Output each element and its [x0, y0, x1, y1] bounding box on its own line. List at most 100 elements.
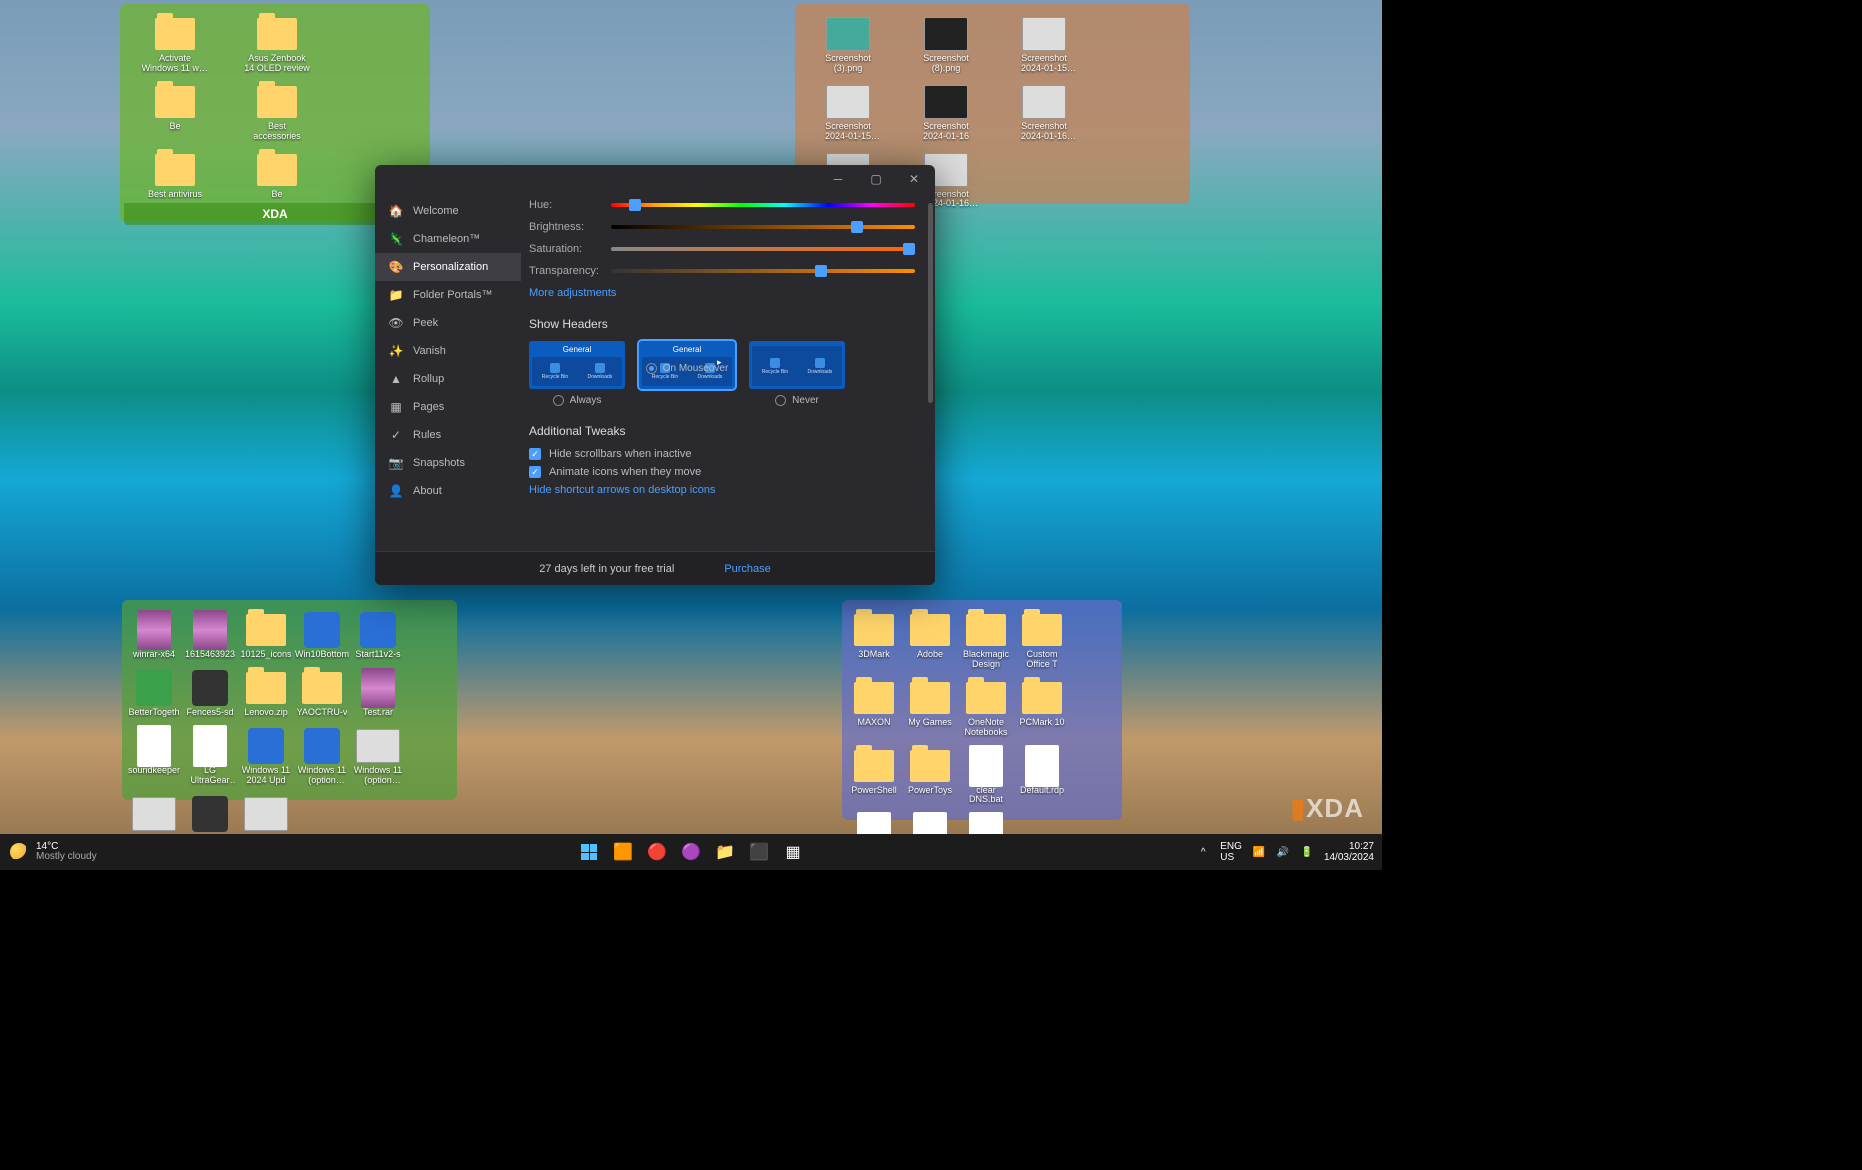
desktop-item-label: Lenovo.zip: [244, 708, 288, 718]
desktop-item[interactable]: Win10Bottom: [296, 610, 348, 660]
tweak-animate-icons-when-they-move[interactable]: ✓ Animate icons when they move: [529, 466, 915, 478]
desktop-item-label: clear DNS.bat: [960, 786, 1012, 806]
desktop-item[interactable]: PowerToys: [904, 746, 956, 806]
more-adjustments-link[interactable]: More adjustments: [529, 287, 915, 299]
transparency-slider[interactable]: [611, 269, 915, 273]
nav-snapshots[interactable]: 📷Snapshots: [375, 449, 521, 477]
minimize-button[interactable]: ─: [819, 166, 857, 192]
purchase-bar: 27 days left in your free trial Purchase: [375, 551, 935, 585]
battery-icon[interactable]: 🔋: [1300, 845, 1314, 859]
desktop-item[interactable]: Asus Zenbook 14 OLED review: [228, 14, 326, 74]
taskbar-app-6[interactable]: ▦: [778, 837, 808, 867]
radio-icon: [553, 395, 564, 406]
nav-label: Chameleon™: [413, 233, 480, 245]
desktop-item[interactable]: Be: [126, 82, 224, 142]
desktop-item[interactable]: 1615463923: [184, 610, 236, 660]
header-option-always[interactable]: GeneralRecycle BinDownloadsAlways: [529, 341, 625, 406]
saturation-slider[interactable]: [611, 247, 915, 251]
desktop-item[interactable]: Screenshot 2024-01-16: [899, 82, 993, 142]
nav-welcome[interactable]: 🏠Welcome: [375, 197, 521, 225]
desktop-item[interactable]: 3DMark: [848, 610, 900, 670]
nav-folder-portals-[interactable]: 📁Folder Portals™: [375, 281, 521, 309]
desktop-item[interactable]: Screenshot 2024-01-15 094608.png: [801, 82, 895, 142]
taskbar-app-4[interactable]: 📁: [710, 837, 740, 867]
tweak-label: Animate icons when they move: [549, 466, 701, 478]
desktop-item[interactable]: Test.rar: [352, 668, 404, 718]
close-button[interactable]: ✕: [895, 166, 933, 192]
tray-lang-1[interactable]: ENG: [1220, 841, 1242, 852]
hide-shortcut-arrows-link[interactable]: Hide shortcut arrows on desktop icons: [529, 484, 915, 496]
desktop-item[interactable]: Blackmagic Design: [960, 610, 1012, 670]
desktop-item[interactable]: Best antivirus: [126, 150, 224, 200]
taskbar-app-2[interactable]: 🔴: [642, 837, 672, 867]
header-option-never[interactable]: Recycle BinDownloadsNever: [749, 341, 845, 406]
nav-rules[interactable]: ✓Rules: [375, 421, 521, 449]
tweak-hide-scrollbars-when-inactive[interactable]: ✓Hide scrollbars when inactive: [529, 448, 915, 460]
wifi-icon[interactable]: 📶: [1252, 845, 1266, 859]
desktop-item[interactable]: BetterTogeth: [128, 668, 180, 718]
desktop-item[interactable]: My Games: [904, 678, 956, 738]
desktop-item-label: Windows 11 (option 4).jpg: [296, 766, 348, 786]
desktop-item[interactable]: Best accessories: [228, 82, 326, 142]
desktop-item[interactable]: PowerShell: [848, 746, 900, 806]
desktop-item[interactable]: Screenshot 2024-01-16 071212.png: [997, 82, 1091, 142]
start-button[interactable]: [574, 837, 604, 867]
hue-slider[interactable]: [611, 203, 915, 207]
desktop-item[interactable]: Windows 11 2024 Upd: [240, 726, 292, 786]
desktop-item[interactable]: winrar-x64: [128, 610, 180, 660]
desktop-item[interactable]: YAOCTRU-v: [296, 668, 348, 718]
desktop-item[interactable]: PCMark 10: [1016, 678, 1068, 738]
desktop-item[interactable]: clear DNS.bat: [960, 746, 1012, 806]
desktop-item[interactable]: Activate Windows 11 with CMD: [126, 14, 224, 74]
nav-peek[interactable]: 👁Peek: [375, 309, 521, 337]
scrollbar[interactable]: [928, 203, 933, 403]
desktop-item[interactable]: 10125_icons: [240, 610, 292, 660]
titlebar: ─ ▢ ✕: [375, 165, 935, 193]
desktop-item[interactable]: soundkeeper: [128, 726, 180, 786]
header-option-on-mouseover[interactable]: GeneralRecycle BinDownloads▸On Mouseover: [639, 341, 735, 406]
checkbox-icon: ✓: [529, 448, 541, 460]
fence-downloads[interactable]: winrar-x64 161546392310125_iconsWin10Bott…: [122, 600, 457, 800]
desktop-item[interactable]: MAXON: [848, 678, 900, 738]
nav-personalization[interactable]: 🎨Personalization: [375, 253, 521, 281]
desktop-item[interactable]: OneNote Notebooks: [960, 678, 1012, 738]
volume-icon[interactable]: 🔊: [1276, 845, 1290, 859]
fence-documents[interactable]: 3DMarkAdobeBlackmagic DesignCustom Offic…: [842, 600, 1122, 820]
nav-label: Vanish: [413, 345, 446, 357]
nav-rollup[interactable]: ▲Rollup: [375, 365, 521, 393]
desktop-item[interactable]: Screenshot (3).png: [801, 14, 895, 74]
tray-chevron-icon[interactable]: ^: [1196, 845, 1210, 859]
nav-chameleon-[interactable]: 🦎Chameleon™: [375, 225, 521, 253]
checkbox-icon: ✓: [529, 466, 541, 478]
desktop-item[interactable]: Start11v2-s: [352, 610, 404, 660]
desktop-item[interactable]: Custom Office T: [1016, 610, 1068, 670]
taskbar-app-5[interactable]: ⬛: [744, 837, 774, 867]
taskbar-app-3[interactable]: 🟣: [676, 837, 706, 867]
purchase-button[interactable]: Purchase: [724, 563, 770, 575]
desktop-item[interactable]: Screenshot (8).png: [899, 14, 993, 74]
desktop-item-label: winrar-x64: [133, 650, 175, 660]
desktop-item[interactable]: Windows 11 (option 4).jpg: [296, 726, 348, 786]
taskbar-clock[interactable]: 10:27 14/03/2024: [1324, 841, 1374, 863]
desktop-item[interactable]: Fences5-sd: [184, 668, 236, 718]
desktop-item[interactable]: Adobe: [904, 610, 956, 670]
settings-content: Hue: Brightness: Saturation: Transparenc…: [521, 193, 935, 551]
desktop-item[interactable]: Screenshot 2024-01-15 233701.png: [997, 14, 1091, 74]
tray-lang-2[interactable]: US: [1220, 852, 1242, 863]
nav-about[interactable]: 👤About: [375, 477, 521, 505]
maximize-button[interactable]: ▢: [857, 166, 895, 192]
nav-icon: ✓: [389, 428, 403, 442]
trial-text: 27 days left in your free trial: [539, 563, 674, 575]
nav-vanish[interactable]: ✨Vanish: [375, 337, 521, 365]
desktop-item[interactable]: Lenovo.zip: [240, 668, 292, 718]
taskbar-weather[interactable]: 14°C Mostly cloudy: [0, 842, 107, 862]
taskbar-app-1[interactable]: 🟧: [608, 837, 638, 867]
nav-pages[interactable]: ▦Pages: [375, 393, 521, 421]
desktop-item[interactable]: Windows 11 (option 7).jpg: [352, 726, 404, 786]
brightness-slider[interactable]: [611, 225, 915, 229]
desktop-item[interactable]: Default.rdp: [1016, 746, 1068, 806]
desktop-item-label: Start11v2-s: [355, 650, 400, 660]
desktop-item[interactable]: Be: [228, 150, 326, 200]
desktop-item[interactable]: LG UltraGear 45GR95QE: [184, 726, 236, 786]
weather-desc: Mostly cloudy: [36, 852, 97, 862]
